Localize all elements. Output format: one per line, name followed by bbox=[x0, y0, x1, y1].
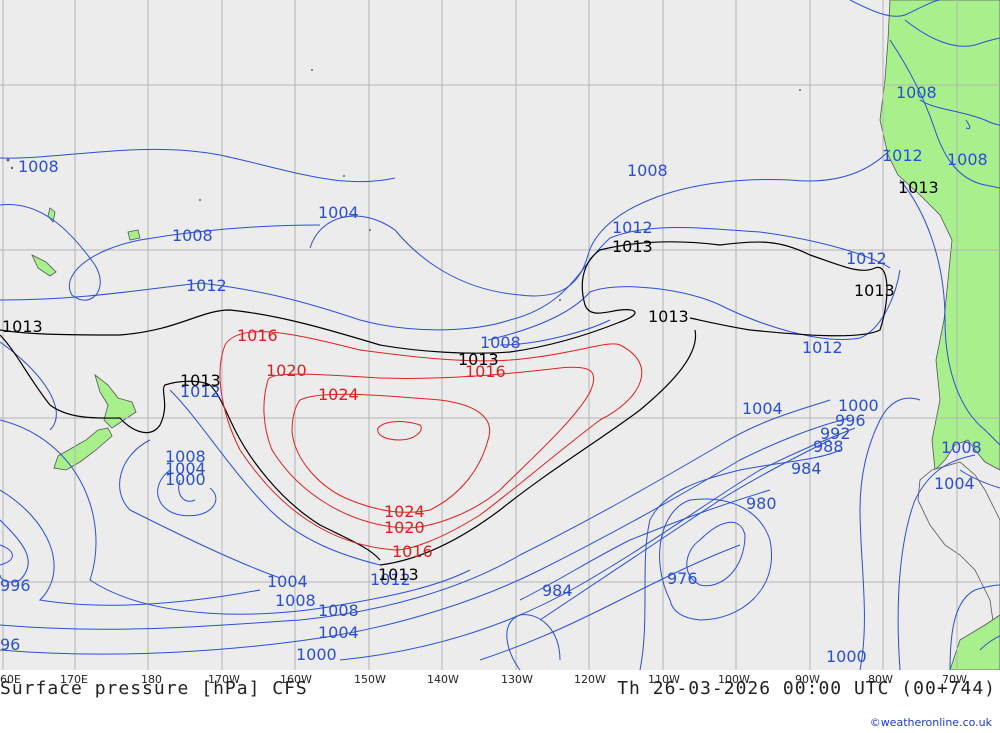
isobar-label: 1012 bbox=[846, 249, 887, 268]
isobar-label: 988 bbox=[813, 437, 844, 456]
isobar-label: 984 bbox=[542, 581, 573, 600]
isobar-label: 1008 bbox=[627, 161, 668, 180]
isobar-label: 1008 bbox=[275, 591, 316, 610]
isobar-label: 1008 bbox=[172, 226, 213, 245]
isobar-label: 996 bbox=[0, 576, 31, 595]
isobar-label: 1013 bbox=[648, 307, 689, 326]
isobar-label: 1012 bbox=[186, 276, 227, 295]
isobar-label: 1000 bbox=[165, 470, 206, 489]
isobar-label: 1008 bbox=[941, 438, 982, 457]
valid-time: Th 26-03-2026 00:00 UTC (00+744) bbox=[617, 678, 996, 699]
isobar-label: 1004 bbox=[267, 572, 308, 591]
isobar-label: 1012 bbox=[612, 218, 653, 237]
lon-tick: 150W bbox=[354, 673, 386, 686]
isobar-label: 1008 bbox=[318, 601, 359, 620]
source-credit-link[interactable]: ©weatheronline.co.uk bbox=[870, 716, 992, 729]
isobar-label: 1012 bbox=[882, 146, 923, 165]
isobar-label: 1012 bbox=[802, 338, 843, 357]
isobar-label: 1013 bbox=[854, 281, 895, 300]
isobar-label: 1004 bbox=[318, 203, 359, 222]
isobar-label: 1020 bbox=[266, 361, 307, 380]
isobar-label: 1013 bbox=[378, 565, 419, 584]
lon-tick: 140W bbox=[427, 673, 459, 686]
isobar-label: 1004 bbox=[934, 474, 975, 493]
isobar-label: 1000 bbox=[826, 647, 867, 666]
isobar-label: 1013 bbox=[2, 317, 43, 336]
isobar-label: 976 bbox=[667, 569, 698, 588]
isobar-label: 1016 bbox=[392, 542, 433, 561]
isobar-label: 980 bbox=[746, 494, 777, 513]
lon-tick: 130W bbox=[501, 673, 533, 686]
isobar-label: 1004 bbox=[318, 623, 359, 642]
isobar-label: 1000 bbox=[296, 645, 337, 664]
pressure-map: 1008 1008 1004 1008 1012 1012 1008 1012 … bbox=[0, 0, 1000, 670]
isobar-label: 1008 bbox=[896, 83, 937, 102]
isobar-label: 1013 bbox=[180, 371, 221, 390]
isobar-label: 1020 bbox=[384, 518, 425, 537]
isobar-label: 1016 bbox=[465, 362, 506, 381]
fiji bbox=[127, 229, 141, 241]
isobar-label: 1016 bbox=[237, 326, 278, 345]
isobar-label: 1008 bbox=[18, 157, 59, 176]
isobar-label: 1013 bbox=[612, 237, 653, 256]
isobar-label: 1024 bbox=[318, 385, 359, 404]
isobar-label: 1004 bbox=[742, 399, 783, 418]
map-title: Surface pressure [hPa] CFS bbox=[0, 678, 308, 699]
isobar-label: 96 bbox=[0, 635, 20, 654]
lon-tick: 120W bbox=[574, 673, 606, 686]
isobar-label: 984 bbox=[791, 459, 822, 478]
map-footer: 60E 170E 180 170W 160W 150W 140W 130W 12… bbox=[0, 670, 1000, 733]
isobar-label: 1013 bbox=[898, 178, 939, 197]
isobar-label: 1008 bbox=[947, 150, 988, 169]
